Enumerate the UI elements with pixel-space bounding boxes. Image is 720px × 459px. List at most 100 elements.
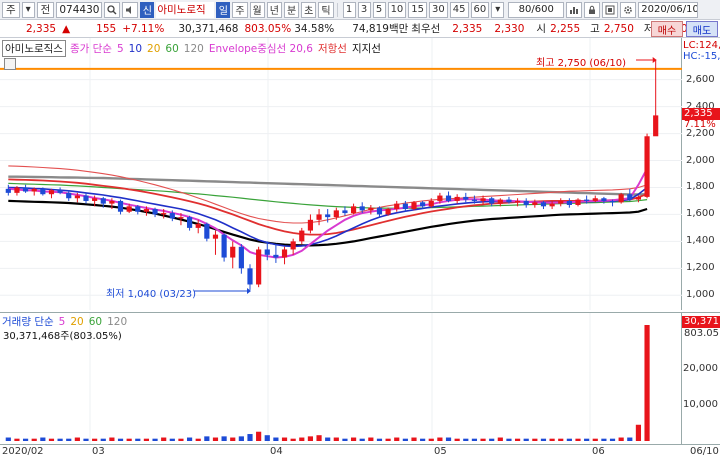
envelope-label[interactable]: Envelope중심선 20,6 [209,41,313,56]
resistance-label[interactable]: 저항선 [318,41,347,56]
volume-tag: 30,371 [682,316,720,328]
volume-bar [57,438,63,441]
candle-body [506,199,512,203]
interval-15-button[interactable]: 15 [408,1,428,18]
candle-body [299,230,305,242]
volume-bar [350,437,357,441]
date-tick-label: 2020/02 [2,446,44,457]
date-tick-label: 03 [92,446,105,457]
ask-price: 2,335 [452,22,483,35]
candle-body [618,194,624,203]
settings-icon[interactable] [620,1,637,18]
ma5-label[interactable]: 5 [117,43,124,55]
period-yearly-button[interactable]: 년 [266,1,282,18]
period-minute-button[interactable]: 분 [283,1,300,18]
volume-bar [100,438,106,441]
volume-bar [178,438,184,441]
interval-30-button[interactable]: 30 [429,1,448,18]
interval-60-button[interactable]: 60 [470,1,490,18]
candle-body [489,198,495,204]
interval-3-button[interactable]: 3 [357,1,371,18]
price-tick-label: 2,600 [686,73,715,85]
candle-body [359,206,365,211]
candle-body [316,214,322,220]
view-count-input[interactable]: 80/600 [508,1,565,18]
new-stock-tag: 신 [140,1,155,18]
date-axis[interactable]: 2020/02 03 04 05 06 06/10 [0,444,720,459]
candle-body [653,115,659,137]
indicator-box[interactable]: 아미노로직스 [2,40,66,57]
price-chart-pane[interactable]: 아미노로직스 종가 단순 5 10 20 60 120 Envelope중심선 … [0,38,682,310]
candle-body [14,187,20,193]
volume-bar [454,438,460,441]
volume-bar [463,438,469,441]
interval-1-button[interactable]: 1 [342,1,356,18]
trade-amount: 74,819백만 [352,23,409,35]
volume-bar [22,438,29,441]
lock-icon[interactable] [584,1,601,18]
volume-ma120-label[interactable]: 120 [107,316,127,328]
period-monthly-button[interactable]: 월 [249,1,265,18]
ma120-label[interactable]: 120 [184,43,204,55]
candle-body [480,198,486,201]
current-price: 2,335 [26,22,57,35]
ma-label[interactable]: 종가 단순 [70,41,112,56]
date-input[interactable]: 2020/06/10 [638,1,699,18]
price-axis[interactable]: LC:124, HC:-15, 2,600 2,400 2,200 2,000 1,80… [682,38,720,310]
ma60-label[interactable]: 60 [165,43,178,55]
volume-bar [290,438,296,441]
volume-ma20-label[interactable]: 20 [70,316,83,328]
interval-5-button[interactable]: 5 [372,1,386,18]
market-select[interactable]: 주 [2,1,20,18]
period-weekly-button[interactable]: 주 [232,1,248,18]
volume-bar [420,438,426,441]
lc-tag: LC:124, [683,40,720,51]
volume-ma5-label[interactable]: 5 [59,316,66,328]
volume-bar [135,438,141,441]
volume-bar [92,438,98,441]
period-tick-button[interactable]: 틱 [318,1,334,18]
interval-45-button[interactable]: 45 [449,1,469,18]
volume-bar [14,438,20,441]
interval-10-button[interactable]: 10 [387,1,407,18]
grid-toggle-icon[interactable] [4,58,16,70]
sell-button[interactable]: 매도 [686,21,718,37]
volume-axis[interactable]: 30,371 803.05 20,000 10,000 [682,312,720,444]
market-dropdown-icon[interactable]: ▾ [21,1,35,18]
candle-body [143,209,150,212]
bid-price: 2,330 [494,22,525,35]
stock-code-input[interactable]: 074430 [56,1,103,18]
volume-bar [161,437,167,441]
buy-button[interactable]: 매수 [651,21,683,37]
ma10-label[interactable]: 10 [129,43,142,55]
period-second-button[interactable]: 초 [301,1,317,18]
period-daily-button[interactable]: 일 [216,1,231,18]
search-icon[interactable] [104,1,121,18]
fullscreen-icon[interactable] [602,1,619,18]
support-label[interactable]: 지지선 [352,41,381,56]
volume-ma60-label[interactable]: 60 [89,316,102,328]
volume-tick-label: 20,000 [683,362,718,374]
volume-bar [402,438,408,441]
candle-body [627,194,633,200]
price-chart[interactable] [0,38,682,310]
candle-body [100,198,106,204]
candle-body [428,200,434,207]
candle-body [31,188,37,192]
interval-dropdown-icon[interactable]: ▾ [491,1,505,18]
price-tick-label: 1,000 [686,289,715,301]
volume-chart-pane[interactable]: 거래량 단순 5 20 60 120 30,371,468주(803.05%) [0,312,682,444]
bar-icon[interactable] [566,1,583,18]
candle-body [609,200,616,203]
volume-bar [186,437,193,441]
scope-select[interactable]: 전 [36,1,55,18]
candle-body [394,203,400,210]
volume-bar [316,435,322,441]
candle-body [238,246,244,269]
ma20-label[interactable]: 20 [147,43,160,55]
volume-bar [221,436,227,441]
speaker-icon[interactable] [122,1,139,18]
volume-bar [635,424,642,441]
candle-body [463,196,469,200]
price-tick-label: 1,200 [686,262,715,274]
